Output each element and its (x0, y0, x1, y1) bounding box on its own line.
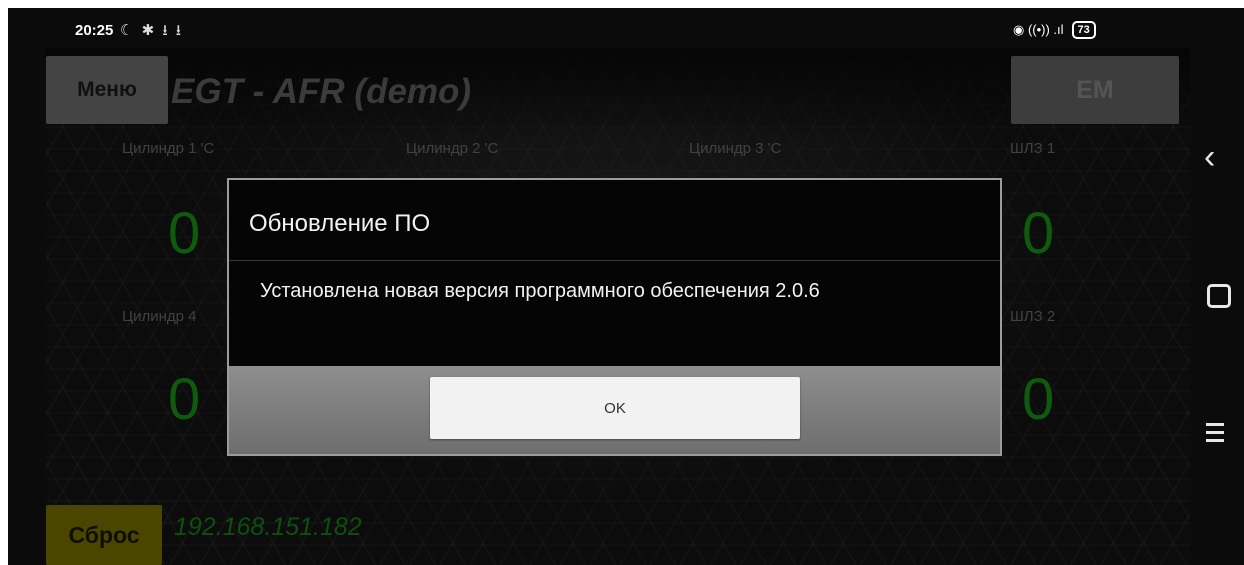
dialog-title: Обновление ПО (249, 210, 431, 237)
phone-screen: 20:25 ☾ ✱ ⭳ ⭳ ◉ ((•)) .ıl 73 Меню EGT - … (8, 8, 1244, 565)
dialog-message: Установлена новая версия программного об… (260, 280, 820, 302)
battery-icon: 73 (1071, 21, 1096, 39)
notification-icons: ☾ ✱ ⭳ ⭳ (120, 22, 184, 39)
signal-icons: ◉ ((•)) .ıl (1013, 22, 1064, 37)
menu-icon[interactable] (1206, 423, 1224, 447)
status-time: 20:25 (75, 22, 114, 39)
status-bar: 20:25 ☾ ✱ ⭳ ⭳ ◉ ((•)) .ıl 73 (8, 8, 1244, 48)
dialog-divider (229, 260, 1000, 261)
dialog-footer: OK (229, 366, 1000, 454)
back-icon[interactable]: ‹ (1204, 138, 1215, 177)
ok-button[interactable]: OK (430, 377, 800, 439)
home-icon[interactable] (1207, 284, 1231, 308)
system-icons: ◉ ((•)) .ıl 73 (1013, 21, 1096, 39)
update-dialog: Обновление ПО Установлена новая версия п… (227, 178, 1002, 456)
